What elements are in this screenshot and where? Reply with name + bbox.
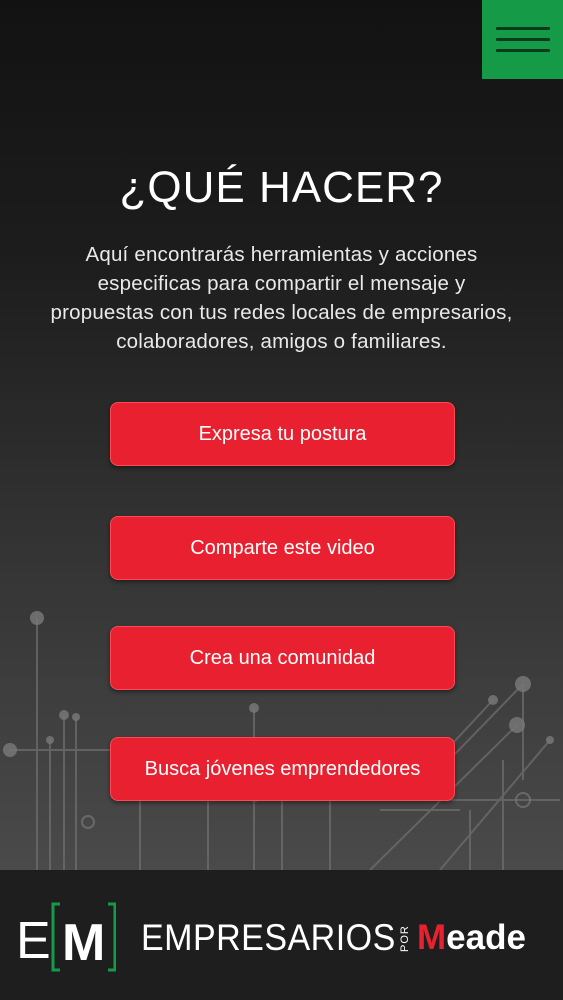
brand-name: Meade (417, 910, 526, 966)
hamburger-menu-icon-bar (495, 38, 550, 41)
circuit-background-graphic (3, 611, 560, 870)
hamburger-menu-icon (495, 27, 550, 30)
logo-letter-m: M (62, 914, 105, 972)
brand-word: EMPRESARIOS (141, 917, 396, 958)
find-young-entrepreneurs-button[interactable]: Busca jóvenes emprendedores (110, 737, 455, 801)
intro-text: Aquí encontrarás herramientas y acciones… (50, 243, 513, 353)
brand-name-rest: eade (446, 918, 526, 957)
page-title: ¿QUÉ HACER? (119, 163, 444, 212)
logo-letter-e: E (16, 912, 51, 970)
express-position-button[interactable]: Expresa tu postura (110, 402, 455, 466)
share-video-button[interactable]: Comparte este video (110, 516, 455, 580)
em-logo: E M (16, 902, 116, 972)
create-community-button[interactable]: Crea una comunidad (110, 626, 455, 690)
menu-button[interactable] (482, 0, 563, 79)
hamburger-menu-icon-bar (495, 49, 550, 52)
brand-name-initial: M (417, 918, 447, 957)
brand-connector: POR (399, 925, 411, 953)
